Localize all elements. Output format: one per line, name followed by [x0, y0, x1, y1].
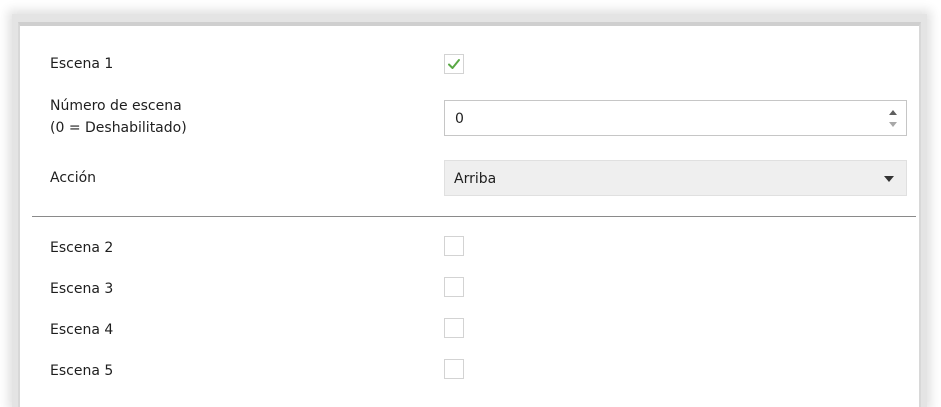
- action-label: Acción: [50, 170, 97, 186]
- scene-5-label: Escena 5: [50, 363, 114, 379]
- scene-4-label: Escena 4: [50, 322, 114, 338]
- chevron-down-icon: [884, 176, 894, 182]
- scene-2-label: Escena 2: [50, 240, 114, 256]
- action-selected-value: Arriba: [454, 171, 497, 187]
- section-divider: [32, 216, 916, 217]
- action-dropdown[interactable]: Arriba: [444, 160, 907, 196]
- spin-down-icon[interactable]: [888, 120, 898, 128]
- scene-number-spinbox[interactable]: 0: [444, 100, 907, 136]
- scene-1-label: Escena 1: [50, 56, 114, 72]
- scene-5-checkbox[interactable]: [444, 359, 464, 379]
- scene-1-checkbox[interactable]: [444, 54, 464, 74]
- scene-number-hint: (0 = Deshabilitado): [50, 120, 187, 136]
- scene-2-checkbox[interactable]: [444, 236, 464, 256]
- scene-settings-panel: Escena 1 Número de escena (0 = Deshabili…: [18, 22, 921, 407]
- spin-up-icon[interactable]: [888, 109, 898, 117]
- scene-number-value[interactable]: 0: [455, 109, 464, 129]
- scene-4-checkbox[interactable]: [444, 318, 464, 338]
- scene-3-label: Escena 3: [50, 281, 114, 297]
- scene-3-checkbox[interactable]: [444, 277, 464, 297]
- scene-number-label: Número de escena: [50, 98, 182, 114]
- checkmark-icon: [448, 59, 460, 69]
- spin-buttons: [888, 108, 898, 128]
